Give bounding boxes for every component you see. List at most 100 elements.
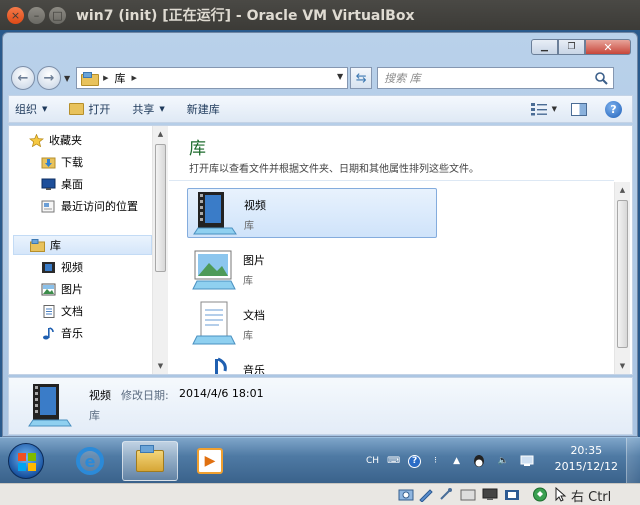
page-subtitle: 打开库以查看文件并根据文件夹、日期和其他属性排列这些文件。	[189, 164, 479, 175]
open-label: 打开	[88, 103, 111, 116]
library-icon	[30, 238, 45, 252]
nav-item-videos[interactable]: 视频	[41, 257, 83, 277]
close-button[interactable]: ✕	[585, 39, 631, 55]
library-item-videos[interactable]: 视频 库	[187, 188, 437, 238]
host-minimize-button[interactable]: –	[28, 6, 45, 24]
help-icon[interactable]: ?	[605, 100, 622, 118]
help-icon[interactable]: ?	[408, 454, 422, 468]
star-icon	[29, 133, 44, 147]
chevron-right-icon[interactable]: ▶	[132, 74, 137, 82]
minimize-button[interactable]: ▁	[531, 39, 558, 55]
hard-disk-icon[interactable]	[398, 487, 414, 502]
display-icon[interactable]	[482, 487, 498, 502]
language-indicator[interactable]: CH	[366, 456, 379, 466]
search-icon[interactable]	[594, 71, 608, 85]
taskbar-ie-button[interactable]: e	[62, 441, 118, 481]
guest-additions-icon[interactable]	[532, 487, 548, 502]
volume-icon[interactable]: 🔈	[495, 455, 511, 467]
library-item-pictures[interactable]: 图片 库	[187, 244, 437, 294]
host-titlebar: × – □ win7 (init) [正在运行] - Oracle VM Vir…	[0, 0, 640, 30]
divider	[169, 180, 614, 181]
page-title: 库	[189, 139, 206, 159]
search-placeholder: 搜索 库	[384, 72, 421, 85]
main-scroll-thumb[interactable]	[617, 200, 628, 348]
host-maximize-button[interactable]: □	[49, 6, 66, 24]
share-button[interactable]: 共享 ▼	[126, 98, 170, 120]
scroll-down-icon[interactable]: ▼	[153, 358, 168, 374]
library-item-music[interactable]: 音乐	[187, 354, 437, 374]
desktop-icon	[41, 178, 56, 190]
details-type: 库	[89, 409, 100, 422]
document-library-icon	[43, 304, 55, 318]
nav-item-music[interactable]: 音乐	[41, 323, 83, 343]
library-item-name: 图片	[243, 254, 265, 267]
nav-scroll-thumb[interactable]	[155, 144, 166, 272]
windows-logo-icon	[18, 453, 36, 471]
address-dropdown-icon[interactable]: ▼	[337, 72, 343, 81]
host-close-button[interactable]: ×	[7, 6, 24, 24]
picture-library-icon	[192, 250, 236, 290]
chevron-down-icon: ▼	[42, 105, 48, 113]
clock[interactable]: 20:35 2015/12/12	[555, 443, 618, 475]
change-view-icon[interactable]	[530, 102, 548, 116]
details-date-value: 2014/4/6 18:01	[179, 387, 264, 400]
nav-item-recent-places[interactable]: 最近访问的位置	[41, 196, 138, 216]
view-dropdown-icon[interactable]: ▼	[552, 105, 557, 113]
libraries-folder-icon	[136, 445, 164, 472]
system-tray: CH ⌨ ? ⁝ ▲ 🔈	[366, 438, 543, 484]
recent-pages-dropdown-icon[interactable]: ▼	[64, 74, 70, 83]
host-key-indicator[interactable]: 右 Ctrl	[571, 486, 611, 505]
scroll-up-icon[interactable]: ▲	[615, 182, 630, 198]
breadcrumb-library[interactable]: 库	[115, 70, 126, 86]
open-button[interactable]: 打开	[63, 98, 116, 120]
library-item-name: 音乐	[243, 364, 265, 374]
maximize-button[interactable]: ❐	[558, 39, 585, 55]
start-button[interactable]	[8, 443, 44, 479]
taskbar-explorer-button[interactable]	[122, 441, 178, 481]
main-scrollbar[interactable]: ▲ ▼	[614, 182, 630, 374]
taskbar-media-player-button[interactable]: ▶	[182, 441, 238, 481]
video-capture-icon[interactable]	[504, 487, 520, 502]
mouse-integration-icon[interactable]	[552, 487, 568, 502]
address-bar[interactable]: ▶ 库 ▶ ▼	[76, 67, 349, 89]
shared-folder-icon[interactable]	[460, 487, 476, 502]
scroll-down-icon[interactable]: ▼	[615, 358, 630, 374]
preview-pane-icon[interactable]	[571, 102, 587, 116]
show-desktop-button[interactable]	[626, 438, 640, 484]
organize-button[interactable]: 组织 ▼	[9, 98, 53, 120]
nav-favorites-label: 收藏夹	[49, 134, 82, 147]
nav-favorites[interactable]: 收藏夹	[29, 130, 82, 150]
nav-item-pictures[interactable]: 图片	[41, 279, 83, 299]
search-input[interactable]: 搜索 库	[377, 67, 615, 89]
nav-library[interactable]: 库	[13, 235, 152, 255]
recent-places-icon	[41, 200, 55, 212]
caption-buttons: ▁ ❐ ✕	[531, 39, 631, 55]
back-button[interactable]: ←	[11, 66, 35, 90]
qq-icon[interactable]	[471, 455, 487, 467]
share-label: 共享	[132, 103, 155, 116]
folder-open-icon	[69, 103, 85, 115]
library-item-name: 视频	[244, 199, 266, 212]
library-item-documents[interactable]: 文档 库	[187, 299, 437, 349]
tray-options-icon[interactable]: ⁝	[429, 455, 442, 467]
nav-recent-label: 最近访问的位置	[61, 200, 138, 213]
chevron-right-icon[interactable]: ▶	[103, 74, 108, 82]
network-icon[interactable]	[519, 455, 535, 467]
nav-pictures-label: 图片	[61, 283, 83, 296]
new-library-button[interactable]: 新建库	[181, 98, 226, 120]
nav-item-desktop[interactable]: 桌面	[41, 174, 83, 194]
scroll-up-icon[interactable]: ▲	[153, 126, 168, 142]
show-hidden-icons-icon[interactable]: ▲	[450, 455, 463, 467]
keyboard-icon[interactable]: ⌨	[387, 455, 400, 467]
clock-date: 2015/12/12	[554, 460, 618, 473]
library-icon	[81, 72, 100, 86]
optical-drive-icon[interactable]	[418, 487, 434, 502]
nav-item-documents[interactable]: 文档	[41, 301, 83, 321]
nav-item-downloads[interactable]: 下载	[41, 152, 83, 172]
nav-scrollbar[interactable]: ▲ ▼	[152, 126, 168, 374]
taskbar: e ▶ CH ⌨ ? ⁝ ▲ 🔈 20:35 2015/12/12	[0, 437, 640, 484]
guest-screen: ▁ ❐ ✕ ← → ▼ ▶ 库 ▶ ▼ ⇆ 搜索 库 组织 ▼ 打开 共享 ▼ …	[0, 30, 640, 484]
usb-icon[interactable]	[438, 487, 454, 502]
refresh-button[interactable]: ⇆	[350, 67, 373, 89]
forward-button[interactable]: →	[37, 66, 61, 90]
